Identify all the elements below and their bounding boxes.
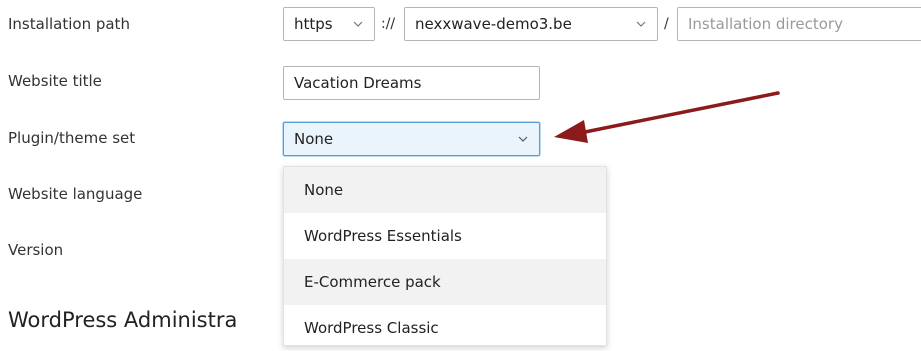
label-website-language: Website language	[8, 185, 143, 203]
chevron-down-icon	[352, 18, 364, 30]
section-title: WordPress Administra	[8, 308, 238, 332]
chevron-down-icon	[635, 18, 647, 30]
domain-select-value: nexxwave-demo3.be	[415, 15, 572, 33]
annotation-arrow-icon	[554, 91, 780, 143]
website-title-value: Vacation Dreams	[294, 74, 422, 92]
website-title-input[interactable]: Vacation Dreams	[283, 66, 540, 100]
label-version: Version	[8, 241, 64, 259]
plugin-theme-set-dropdown: None WordPress Essentials E-Commerce pac…	[283, 166, 607, 346]
protocol-select-value: https	[294, 15, 333, 33]
label-website-title: Website title	[8, 72, 102, 90]
dropdown-option-wordpress-essentials[interactable]: WordPress Essentials	[284, 213, 606, 259]
dropdown-option-e-commerce-pack[interactable]: E-Commerce pack	[284, 259, 606, 305]
dropdown-option-wordpress-classic[interactable]: WordPress Classic	[284, 305, 606, 351]
plugin-theme-set-select[interactable]: None	[283, 122, 540, 156]
chevron-down-icon	[517, 133, 529, 145]
domain-select[interactable]: nexxwave-demo3.be	[404, 7, 658, 41]
installation-directory-placeholder: Installation directory	[688, 15, 843, 33]
label-plugin-theme-set: Plugin/theme set	[8, 129, 136, 147]
protocol-separator: ://	[381, 16, 396, 32]
plugin-theme-set-value: None	[294, 130, 334, 148]
installation-directory-input[interactable]: Installation directory	[677, 7, 921, 41]
dropdown-option-none[interactable]: None	[284, 167, 606, 213]
label-installation-path: Installation path	[8, 15, 130, 33]
protocol-select[interactable]: https	[283, 7, 375, 41]
path-separator: /	[664, 16, 669, 32]
